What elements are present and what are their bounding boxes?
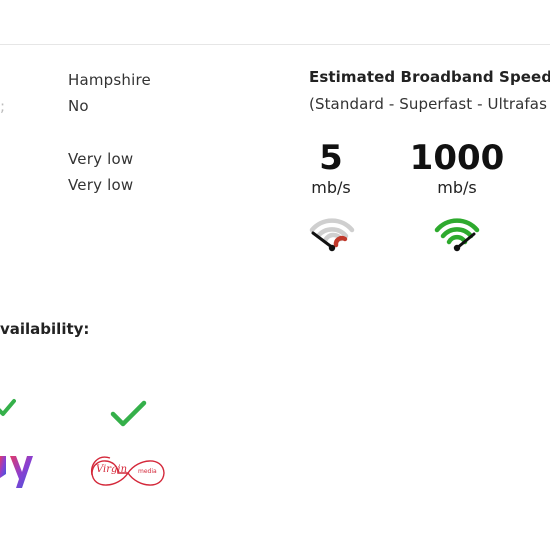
risk-value-1: Very low xyxy=(68,150,134,168)
speedometer-low-icon xyxy=(309,218,355,252)
virgin-media-logo: Virgin media xyxy=(91,456,165,486)
header-divider xyxy=(0,44,550,45)
ultrafast-speed-value: 1000 xyxy=(409,138,505,178)
sky-logo xyxy=(0,456,33,488)
broadband-speeds-subtitle: (Standard - Superfast - Ultrafas xyxy=(309,95,547,113)
standard-speed-value: 5 xyxy=(319,138,343,178)
cut-off-label-mark: ; xyxy=(0,97,6,115)
flag-value: No xyxy=(68,97,89,115)
check-icon xyxy=(0,399,16,416)
risk-value-2: Very low xyxy=(68,176,134,194)
standard-speed-unit: mb/s xyxy=(311,178,351,197)
svg-text:Virgin: Virgin xyxy=(96,464,127,475)
broadband-speeds-title: Estimated Broadband Speeds xyxy=(309,68,550,86)
check-icon xyxy=(110,400,147,427)
county-value: Hampshire xyxy=(68,71,151,89)
availability-heading: vailability: xyxy=(0,320,90,338)
svg-text:media: media xyxy=(138,468,157,475)
speedometer-high-icon xyxy=(434,218,480,252)
ultrafast-speed-unit: mb/s xyxy=(437,178,477,197)
